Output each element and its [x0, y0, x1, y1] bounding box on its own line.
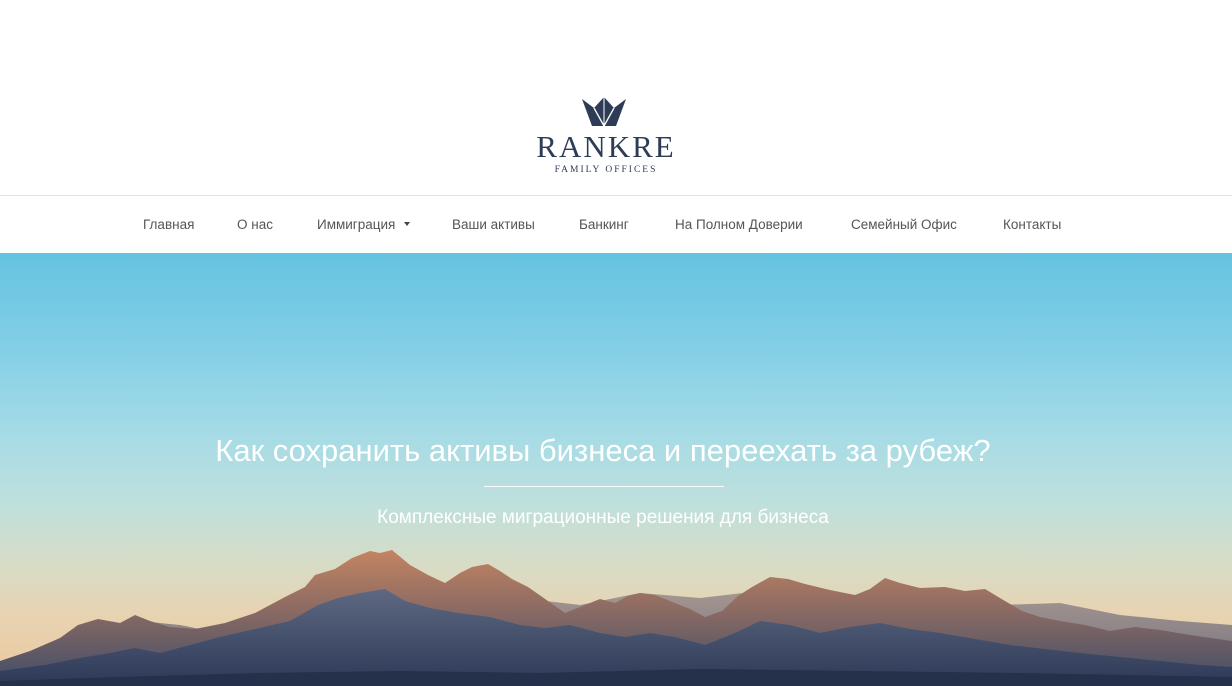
hero-title: Как сохранить активы бизнеса и переехать…	[215, 433, 991, 468]
hero-banner: Как сохранить активы бизнеса и переехать…	[0, 253, 1232, 686]
nav-item-about[interactable]: О нас	[237, 197, 273, 253]
nav-item-contacts[interactable]: Контакты	[1003, 197, 1061, 253]
site-logo[interactable]: RANKRE FAMILY OFFICES	[536, 94, 676, 180]
brand-name: RANKRE	[536, 129, 676, 164]
nav-item-immigration[interactable]: Иммиграция	[317, 197, 411, 253]
nav-item-home[interactable]: Главная	[143, 197, 194, 253]
brand-tagline: FAMILY OFFICES	[554, 165, 658, 175]
nav-item-banking[interactable]: Банкинг	[579, 197, 629, 253]
site-header: RANKRE FAMILY OFFICES	[0, 0, 1232, 196]
nav-item-assets[interactable]: Ваши активы	[452, 197, 535, 253]
main-navigation: Главная О нас Иммиграция Ваши активы Бан…	[0, 197, 1232, 253]
nav-item-immigration-label: Иммиграция	[317, 217, 396, 232]
chevron-down-icon	[404, 222, 411, 227]
hero-subtitle: Комплексные миграционные решения для биз…	[377, 507, 829, 528]
crown-icon	[582, 97, 626, 128]
nav-item-trust[interactable]: На Полном Доверии	[675, 197, 803, 253]
hero-divider	[484, 486, 724, 487]
nav-item-family-office[interactable]: Семейный Офис	[851, 197, 957, 253]
